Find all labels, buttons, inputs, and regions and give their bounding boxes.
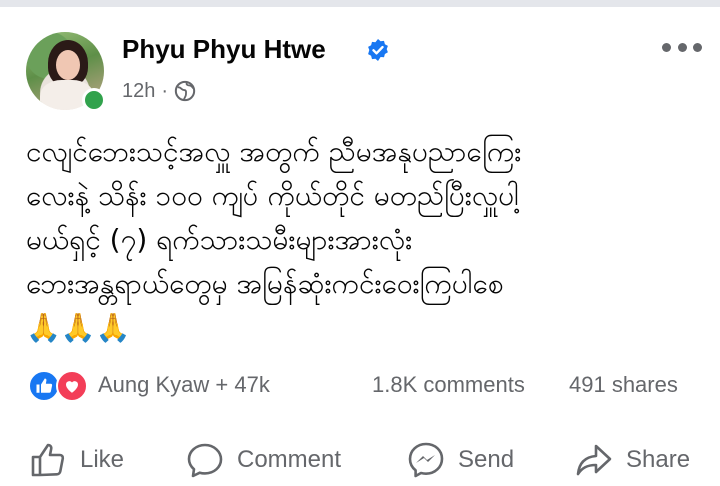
top-divider <box>0 0 720 7</box>
post-timestamp[interactable]: 12h <box>122 80 155 103</box>
more-dot <box>662 42 671 52</box>
post-text-line: မယ်ရှင့် (၇) ရက်သားသမီးများအားလုံး <box>26 223 413 256</box>
post-actions: Like Comment Send Share <box>0 436 720 486</box>
post-text-line: ငလျင်ဘေးသင့်အလှူ အတွက် ညီမအနုပညာကြေး <box>26 135 522 168</box>
comments-count[interactable]: 1.8K comments <box>372 372 525 398</box>
share-label: Share <box>626 446 691 473</box>
comment-bubble-icon <box>187 443 223 478</box>
send-label: Send <box>458 446 515 473</box>
reaction-icons[interactable] <box>26 370 96 402</box>
verified-badge-icon <box>368 39 388 61</box>
love-reaction-icon <box>56 370 88 402</box>
like-button[interactable]: Like <box>28 436 124 484</box>
more-options-button[interactable] <box>662 37 702 57</box>
post-body: ငလျင်ဘေးသင့်အလှူ အတွက် ညီမအနုပညာကြေး လေး… <box>26 130 706 350</box>
post-meta: 12h · <box>122 78 196 104</box>
reactions-bar: Aung Kyaw + 47k 1.8K comments 491 shares <box>26 368 706 402</box>
comment-label: Comment <box>237 446 342 473</box>
send-button[interactable]: Send <box>406 436 514 484</box>
post-text-line: လေးနဲ့ သိန်း ၁၀၀ ကျပ် ကိုယ်တိုင် မတည်ပြီ… <box>26 179 519 212</box>
thumbs-up-icon <box>31 443 65 477</box>
like-label: Like <box>80 446 125 473</box>
share-arrow-icon <box>576 444 612 476</box>
share-button[interactable]: Share <box>574 436 690 484</box>
meta-separator: · <box>161 79 169 102</box>
post-text-line: ဘေးအန္တရာယ်တွေမှ အမြန်ဆုံးကင်းဝေးကြပါစေ <box>26 267 504 300</box>
messenger-icon <box>408 442 444 478</box>
shares-count[interactable]: 491 shares <box>569 372 678 398</box>
author-name[interactable]: Phyu Phyu Htwe <box>122 34 326 65</box>
post-text-line: 🙏🙏🙏 <box>26 311 131 344</box>
more-dot <box>693 42 702 52</box>
comment-button[interactable]: Comment <box>185 436 341 484</box>
online-status-dot <box>82 88 106 112</box>
avatar-face <box>56 50 80 80</box>
globe-icon[interactable] <box>174 80 196 102</box>
more-dot <box>677 42 687 52</box>
reaction-names[interactable]: Aung Kyaw + 47k <box>98 372 270 398</box>
